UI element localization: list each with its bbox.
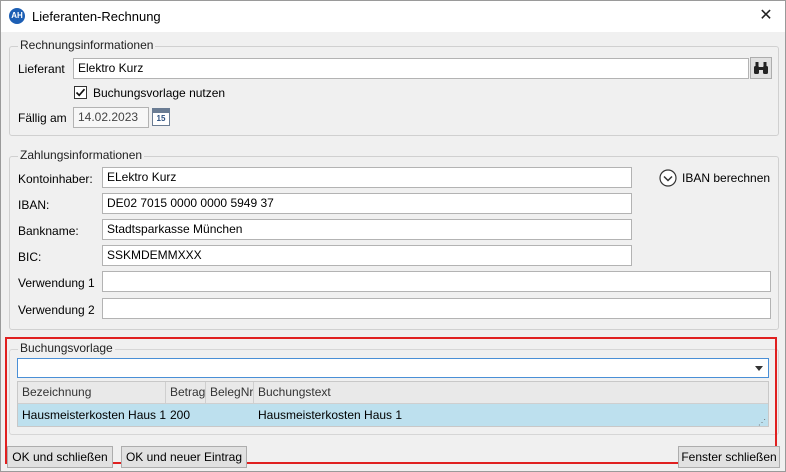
verwendung1-label: Verwendung 1	[18, 276, 95, 290]
faellig-label: Fällig am	[18, 111, 67, 125]
faellig-date-input[interactable]: 14.02.2023	[73, 107, 149, 128]
calendar-button[interactable]: 15	[150, 106, 172, 128]
buchungsvorlage-checkbox-label: Buchungsvorlage nutzen	[93, 86, 226, 100]
verwendung2-label: Verwendung 2	[18, 303, 95, 317]
bankname-input[interactable]: Stadtsparkasse München	[102, 219, 632, 240]
close-window-button[interactable]: Fenster schließen	[678, 446, 780, 468]
binoculars-icon	[754, 62, 768, 74]
close-button[interactable]: ✕	[753, 4, 779, 28]
title-bar: AH Lieferanten-Rechnung ✕	[1, 1, 785, 32]
iban-berechnen-label: IBAN berechnen	[682, 171, 771, 185]
lieferant-input[interactable]: Elektro Kurz	[73, 58, 749, 79]
app-logo-icon: AH	[9, 8, 25, 24]
iban-label: IBAN:	[18, 198, 50, 212]
kontoinhaber-input[interactable]: ELektro Kurz	[102, 167, 632, 188]
checkmark-icon	[75, 88, 86, 97]
iban-berechnen-button[interactable]: IBAN berechnen	[659, 168, 771, 188]
buchungsvorlage-checkbox[interactable]	[74, 86, 87, 99]
dialog-window: AH Lieferanten-Rechnung ✕ Rechnungsinfor…	[0, 0, 786, 472]
bic-input[interactable]: SSKMDEMMXXX	[102, 245, 632, 266]
kontoinhaber-label: Kontoinhaber:	[18, 172, 93, 186]
highlight-box	[5, 337, 777, 464]
ok-new-entry-button[interactable]: OK und neuer Eintrag	[121, 446, 247, 468]
window-title: Lieferanten-Rechnung	[32, 9, 161, 24]
rechnungsinformationen-legend: Rechnungsinformationen	[18, 38, 156, 52]
bic-label: BIC:	[18, 250, 42, 264]
zahlungsinformationen-legend: Zahlungsinformationen	[18, 148, 145, 162]
lieferant-search-button[interactable]	[750, 57, 772, 79]
ok-close-button[interactable]: OK und schließen	[7, 446, 113, 468]
iban-input[interactable]: DE02 7015 0000 0000 5949 37	[102, 193, 632, 214]
verwendung1-input[interactable]	[102, 271, 771, 292]
calendar-icon: 15	[152, 108, 170, 126]
calendar-day-number: 15	[156, 114, 166, 123]
chevron-down-circle-icon	[659, 169, 677, 187]
bankname-label: Bankname:	[18, 224, 79, 238]
lieferant-label: Lieferant	[18, 62, 65, 76]
verwendung2-input[interactable]	[102, 298, 771, 319]
